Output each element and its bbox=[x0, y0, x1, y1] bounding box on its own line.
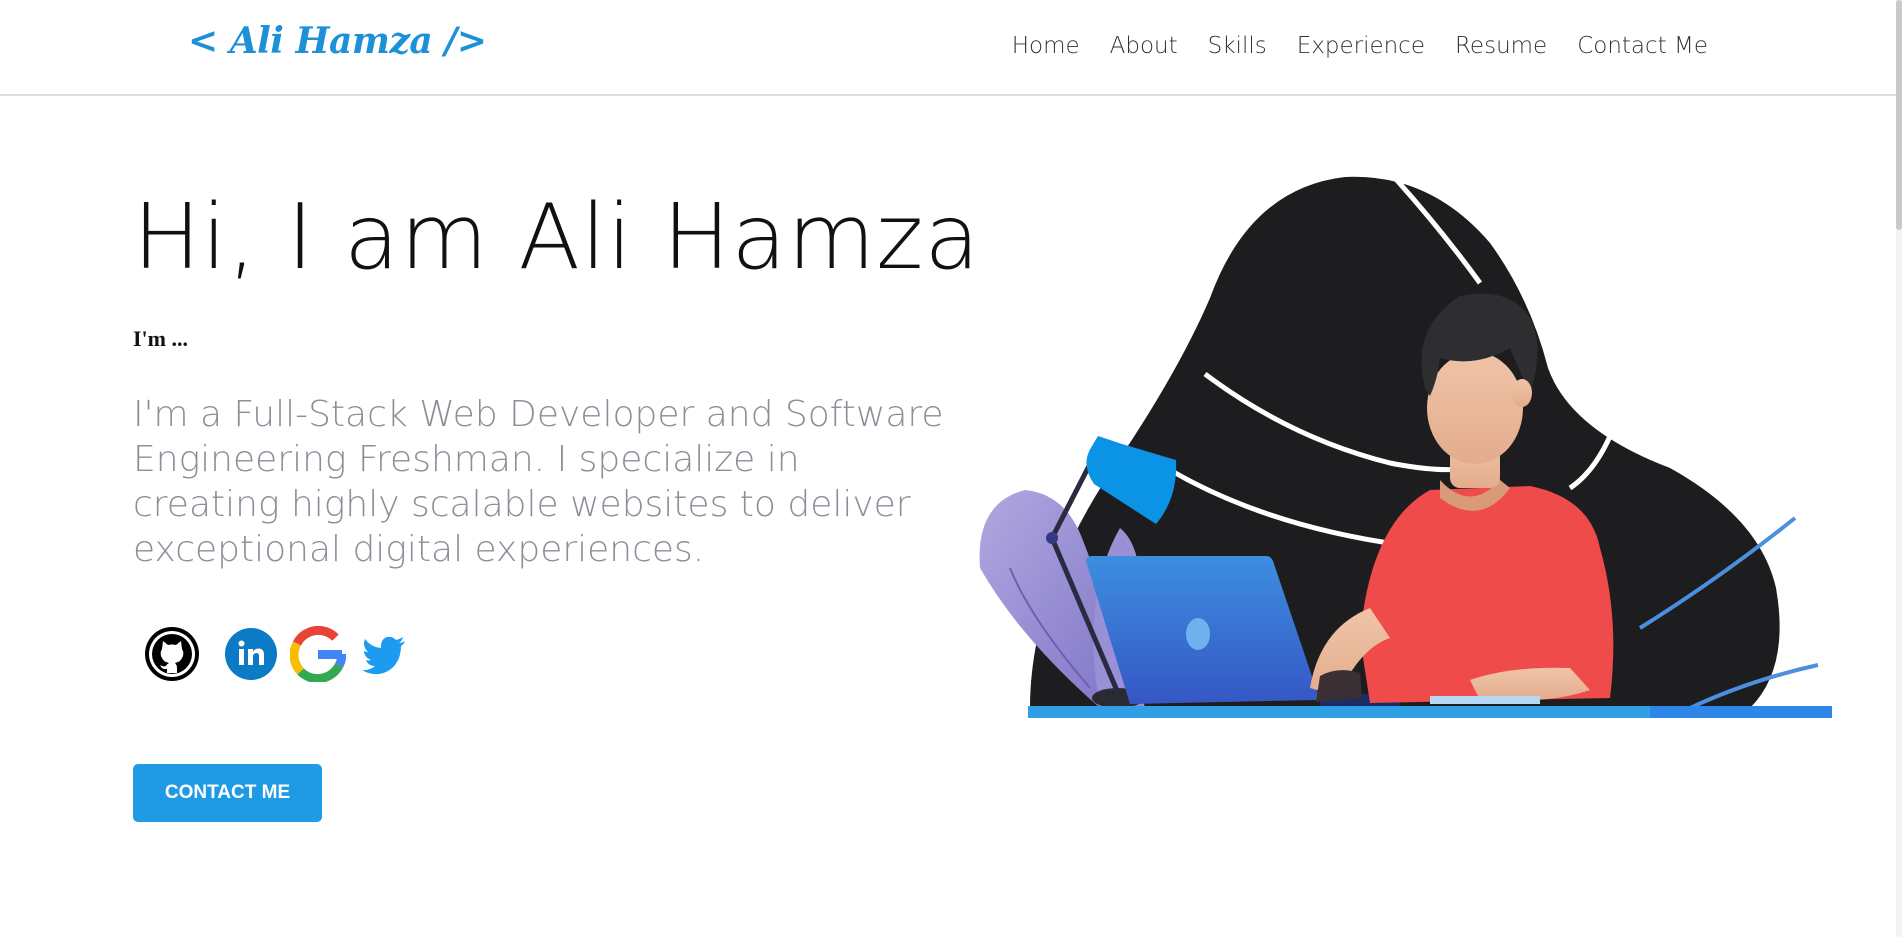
developer-illustration bbox=[979, 175, 1832, 718]
linkedin-icon[interactable] bbox=[223, 626, 279, 682]
site-header: < Ali Hamza /> Home About Skills Experie… bbox=[0, 0, 1900, 96]
hero-description: I'm a Full-Stack Web Developer and Softw… bbox=[133, 394, 944, 570]
page-scrollbar[interactable] bbox=[1896, 0, 1902, 937]
nav-skills[interactable]: Skills bbox=[1208, 33, 1267, 59]
contact-me-button[interactable]: CONTACT ME bbox=[133, 764, 322, 822]
scrollbar-thumb[interactable] bbox=[1896, 0, 1902, 230]
nav-contact[interactable]: Contact Me bbox=[1577, 33, 1708, 59]
main-nav: Home About Skills Experience Resume Cont… bbox=[1012, 33, 1708, 59]
nav-experience[interactable]: Experience bbox=[1297, 33, 1425, 59]
nav-about[interactable]: About bbox=[1110, 33, 1178, 59]
hero-title: Hi, I am Ali Hamza bbox=[133, 185, 981, 290]
nav-resume[interactable]: Resume bbox=[1455, 33, 1547, 59]
google-icon[interactable] bbox=[290, 626, 346, 682]
github-icon[interactable] bbox=[144, 626, 200, 682]
nav-home[interactable]: Home bbox=[1012, 33, 1080, 59]
twitter-icon[interactable] bbox=[357, 626, 413, 682]
hero-tagline: I'm ... bbox=[133, 326, 188, 351]
site-logo[interactable]: < Ali Hamza /> bbox=[188, 20, 487, 62]
